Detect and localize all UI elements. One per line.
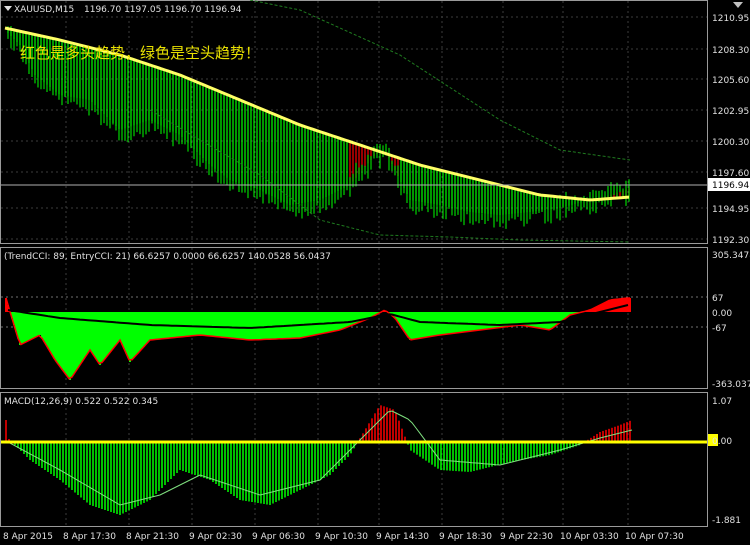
cci-tick: -67 bbox=[712, 324, 727, 334]
time-label: 9 Apr 22:30 bbox=[500, 532, 553, 542]
cci-legend: (TrendCCI: 89, EntryCCI: 21) 66.6257 0.0… bbox=[4, 252, 331, 262]
time-label: 8 Apr 2015 bbox=[3, 532, 53, 542]
symbol-title: XAUUSD,M15 bbox=[14, 5, 74, 15]
current-price-label: 1196.94 bbox=[712, 181, 749, 191]
one-click-trading-icon[interactable] bbox=[733, 2, 743, 8]
upper-band-line bbox=[249, 0, 631, 161]
macd-tick: -1.881 bbox=[712, 516, 741, 526]
price-tick: 1210.95 bbox=[712, 14, 749, 24]
price-tick: 1197.60 bbox=[712, 169, 749, 179]
price-series bbox=[1, 0, 707, 243]
time-label: 9 Apr 02:30 bbox=[189, 532, 242, 542]
ohlc-quote: 1196.70 1197.05 1196.70 1196.94 bbox=[84, 5, 242, 15]
price-tick: 1194.95 bbox=[712, 205, 749, 215]
time-label: 10 Apr 03:30 bbox=[560, 532, 619, 542]
cci-tick: 0.00 bbox=[712, 309, 732, 319]
time-label: 9 Apr 10:30 bbox=[315, 532, 368, 542]
lower-band-line bbox=[149, 109, 631, 243]
time-label: 9 Apr 14:30 bbox=[376, 532, 429, 542]
macd-pane[interactable] bbox=[0, 392, 708, 527]
time-label: 9 Apr 18:30 bbox=[439, 532, 492, 542]
trend-note: 红色是多头趋势，绿色是空头趋势！ bbox=[20, 44, 260, 62]
macd-legend: MACD(12,26,9) 0.522 0.522 0.345 bbox=[4, 397, 158, 407]
trading-chart-window[interactable]: XAUUSD,M15 1196.70 1197.05 1196.70 1196.… bbox=[0, 0, 750, 545]
time-axis[interactable]: 8 Apr 2015 8 Apr 17:30 8 Apr 21:30 9 Apr… bbox=[3, 532, 684, 542]
macd-series bbox=[1, 405, 707, 515]
price-tick: 1205.60 bbox=[712, 76, 749, 86]
price-tick: 1208.30 bbox=[712, 46, 749, 56]
price-tick: 1192.30 bbox=[712, 236, 749, 246]
cci-tick: 305.3478 bbox=[712, 251, 750, 261]
time-label: 9 Apr 06:30 bbox=[252, 532, 305, 542]
macd-tick: 1.07 bbox=[712, 397, 732, 407]
time-label: 8 Apr 17:30 bbox=[63, 532, 116, 542]
macd-axis[interactable]: 1.07 0.00 -1.881 bbox=[708, 397, 741, 526]
cci-tick: -363.037 bbox=[712, 380, 750, 390]
cci-tick: 67 bbox=[712, 294, 723, 304]
price-tick: 1202.95 bbox=[712, 107, 749, 117]
time-label: 8 Apr 21:30 bbox=[126, 532, 179, 542]
price-axis[interactable]: 1210.95 1208.30 1205.60 1202.95 1200.30 … bbox=[708, 14, 750, 246]
collapse-arrow-icon[interactable] bbox=[4, 6, 12, 11]
macd-tick: 0.00 bbox=[712, 437, 732, 447]
cci-axis[interactable]: 305.3478 67 0.00 -67 -363.037 bbox=[712, 251, 750, 390]
price-tick: 1200.30 bbox=[712, 138, 749, 148]
time-label: 10 Apr 07:30 bbox=[625, 532, 684, 542]
